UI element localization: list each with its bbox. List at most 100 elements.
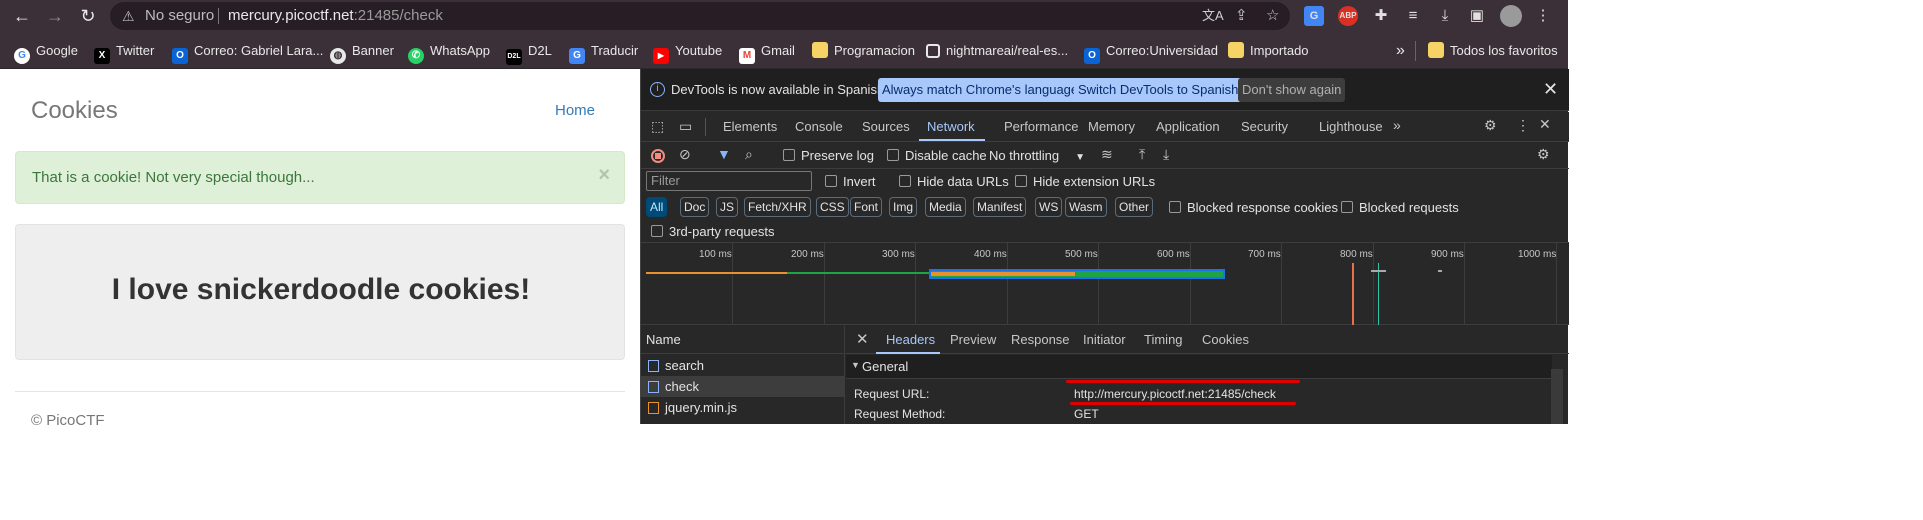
- tab-lighthouse[interactable]: Lighthouse: [1319, 119, 1383, 134]
- close-devtools-icon[interactable]: ✕: [1539, 116, 1551, 133]
- tab-response[interactable]: Response: [1011, 332, 1070, 347]
- export-har-icon[interactable]: ⤓: [1163, 146, 1169, 163]
- type-all[interactable]: All: [646, 197, 668, 217]
- preserve-log-checkbox[interactable]: Preserve log: [783, 148, 874, 163]
- more-tabs-icon[interactable]: »: [1393, 117, 1401, 133]
- close-icon[interactable]: ×: [598, 164, 610, 187]
- type-doc[interactable]: Doc: [680, 197, 710, 217]
- third-party-checkbox[interactable]: 3rd-party requests: [651, 224, 775, 239]
- tab-headers[interactable]: Headers: [886, 332, 935, 347]
- kebab-menu-icon[interactable]: ⋮: [1516, 117, 1530, 134]
- jumbotron: I love snickerdoodle cookies!: [15, 224, 625, 360]
- dont-show-again-button[interactable]: Don't show again: [1238, 78, 1346, 102]
- settings-gear-icon[interactable]: ⚙: [1484, 117, 1497, 134]
- network-settings-gear-icon[interactable]: ⚙: [1537, 146, 1550, 163]
- device-toolbar-icon[interactable]: ▭: [679, 118, 692, 135]
- download-icon[interactable]: ⤓: [1435, 6, 1455, 26]
- hide-data-urls-checkbox[interactable]: Hide data URLs: [899, 174, 1009, 189]
- adblock-icon[interactable]: ABP: [1338, 6, 1358, 26]
- hide-extension-urls-checkbox[interactable]: Hide extension URLs: [1015, 174, 1155, 189]
- bookmark-twitter[interactable]: X Twitter: [94, 41, 154, 64]
- type-other[interactable]: Other: [1115, 197, 1154, 217]
- all-bookmarks[interactable]: Todos los favoritos: [1428, 41, 1558, 61]
- reload-icon[interactable]: ↻: [76, 4, 100, 28]
- blocked-requests-checkbox[interactable]: Blocked requests: [1341, 200, 1459, 215]
- close-icon[interactable]: ✕: [856, 330, 869, 348]
- throttling-select[interactable]: No throttling ▼: [989, 148, 1085, 163]
- scrollbar[interactable]: [1551, 369, 1563, 424]
- tab-application[interactable]: Application: [1156, 119, 1220, 134]
- tab-cookies[interactable]: Cookies: [1202, 332, 1249, 347]
- close-icon[interactable]: ✕: [1543, 79, 1558, 100]
- type-img[interactable]: Img: [889, 197, 918, 217]
- request-row[interactable]: jquery.min.js: [641, 397, 845, 418]
- bookmark-google[interactable]: G Google: [14, 41, 78, 64]
- request-row[interactable]: search: [641, 355, 845, 376]
- google-translate-extension-icon[interactable]: G: [1304, 6, 1324, 26]
- gmail-icon: M: [739, 48, 755, 64]
- switch-spanish-button[interactable]: Switch DevTools to Spanish: [1074, 78, 1243, 102]
- address-bar[interactable]: ⚠ No seguro mercury.picoctf.net:21485/ch…: [110, 2, 1290, 30]
- general-section-header[interactable]: ▼ General: [846, 355, 1552, 379]
- translate-page-icon[interactable]: 文A: [1202, 2, 1224, 30]
- request-list: Name search check jquery.min.js: [641, 326, 845, 424]
- invert-checkbox[interactable]: Invert: [825, 174, 876, 189]
- bookmark-importado[interactable]: Importado: [1228, 41, 1309, 61]
- bookmarks-overflow-chevron[interactable]: »: [1396, 41, 1405, 61]
- bookmark-gmail[interactable]: M Gmail: [739, 41, 795, 64]
- tab-performance[interactable]: Performance: [1004, 119, 1078, 134]
- avatar[interactable]: [1500, 5, 1522, 27]
- import-har-icon[interactable]: ⤒: [1139, 146, 1145, 163]
- clear-icon[interactable]: ⊘: [679, 146, 691, 163]
- home-link[interactable]: Home: [555, 102, 595, 119]
- filter-icon[interactable]: ▼: [717, 146, 731, 162]
- network-conditions-icon[interactable]: ≋: [1101, 146, 1113, 163]
- forward-icon[interactable]: →: [43, 4, 67, 28]
- bookmark-youtube[interactable]: ▶ Youtube: [653, 41, 722, 64]
- tab-network[interactable]: Network: [927, 119, 975, 134]
- bookmark-correo-universidad[interactable]: O Correo:Universidad: [1084, 41, 1218, 64]
- type-fetch-xhr[interactable]: Fetch/XHR: [744, 197, 811, 217]
- tab-preview[interactable]: Preview: [950, 332, 996, 347]
- record-stop-icon[interactable]: [651, 149, 665, 163]
- type-ws[interactable]: WS: [1035, 197, 1063, 217]
- share-icon[interactable]: ⇪: [1235, 2, 1248, 30]
- timeline-overview[interactable]: 100 ms 200 ms 300 ms 400 ms 500 ms 600 m…: [641, 243, 1569, 325]
- type-manifest[interactable]: Manifest: [973, 197, 1027, 217]
- tab-memory[interactable]: Memory: [1088, 119, 1135, 134]
- type-js[interactable]: JS: [716, 197, 739, 217]
- tab-console[interactable]: Console: [795, 119, 843, 134]
- request-bar-selected: [929, 269, 1225, 279]
- tab-sources[interactable]: Sources: [862, 119, 910, 134]
- type-wasm[interactable]: Wasm: [1065, 197, 1107, 217]
- match-language-button[interactable]: Always match Chrome's language: [878, 78, 1083, 102]
- annotation-underline: [1066, 380, 1300, 383]
- bookmark-correo-gabriel[interactable]: O Correo: Gabriel Lara...: [172, 41, 323, 64]
- name-column-header[interactable]: Name: [641, 326, 845, 354]
- bookmark-whatsapp[interactable]: ✆ WhatsApp: [408, 41, 490, 64]
- bookmark-star-icon[interactable]: ☆: [1266, 2, 1279, 30]
- bookmark-banner[interactable]: ◍ Banner: [330, 41, 394, 64]
- blocked-response-cookies-checkbox[interactable]: Blocked response cookies: [1169, 200, 1338, 215]
- tab-initiator[interactable]: Initiator: [1083, 332, 1126, 347]
- extensions-icon[interactable]: ✚: [1371, 6, 1391, 26]
- inspect-icon[interactable]: ⬚: [651, 118, 664, 135]
- type-css[interactable]: CSS: [816, 197, 849, 217]
- bookmark-d2l[interactable]: D2L D2L: [506, 41, 552, 65]
- back-icon[interactable]: ←: [10, 4, 34, 28]
- tab-elements[interactable]: Elements: [723, 119, 777, 134]
- search-icon[interactable]: ⌕: [745, 146, 753, 163]
- type-media[interactable]: Media: [925, 197, 966, 217]
- disable-cache-checkbox[interactable]: Disable cache: [887, 148, 987, 163]
- filter-input[interactable]: Filter: [646, 171, 812, 191]
- request-row[interactable]: check: [641, 376, 845, 397]
- media-controls-icon[interactable]: ≡: [1403, 6, 1423, 26]
- tab-security[interactable]: Security: [1241, 119, 1288, 134]
- type-font[interactable]: Font: [850, 197, 883, 217]
- menu-dots-icon[interactable]: ⋮: [1533, 6, 1553, 26]
- bookmark-nightmareai[interactable]: nightmareai/real-es...: [926, 41, 1068, 61]
- bookmark-programacion[interactable]: Programacion: [812, 41, 915, 61]
- tab-timing[interactable]: Timing: [1144, 332, 1183, 347]
- side-panel-icon[interactable]: ▣: [1467, 6, 1487, 26]
- bookmark-traducir[interactable]: G Traducir: [569, 41, 638, 64]
